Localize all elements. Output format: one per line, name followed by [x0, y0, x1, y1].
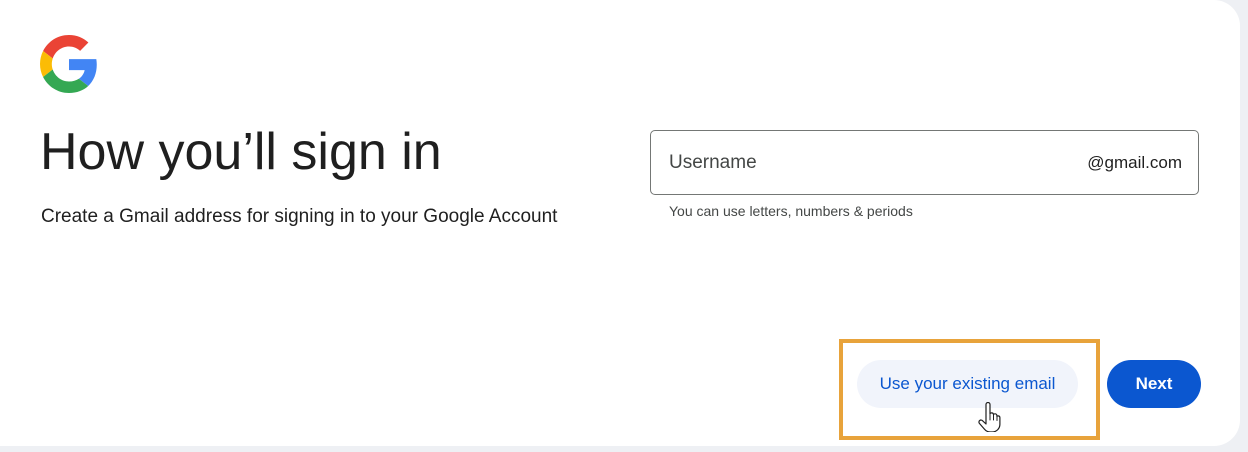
page-subtitle: Create a Gmail address for signing in to… [41, 206, 558, 227]
page-title: How you’ll sign in [40, 123, 442, 181]
username-field[interactable]: @gmail.com [650, 130, 1199, 195]
username-input[interactable] [651, 131, 1088, 194]
username-helper-text: You can use letters, numbers & periods [669, 203, 913, 219]
gmail-domain-suffix: @gmail.com [1087, 152, 1182, 172]
next-button[interactable]: Next [1107, 360, 1201, 408]
google-logo-icon [40, 35, 97, 93]
use-existing-email-button[interactable]: Use your existing email [857, 360, 1078, 408]
hand-pointer-icon [978, 402, 1001, 432]
signup-card: How you’ll sign in Create a Gmail addres… [0, 0, 1240, 446]
